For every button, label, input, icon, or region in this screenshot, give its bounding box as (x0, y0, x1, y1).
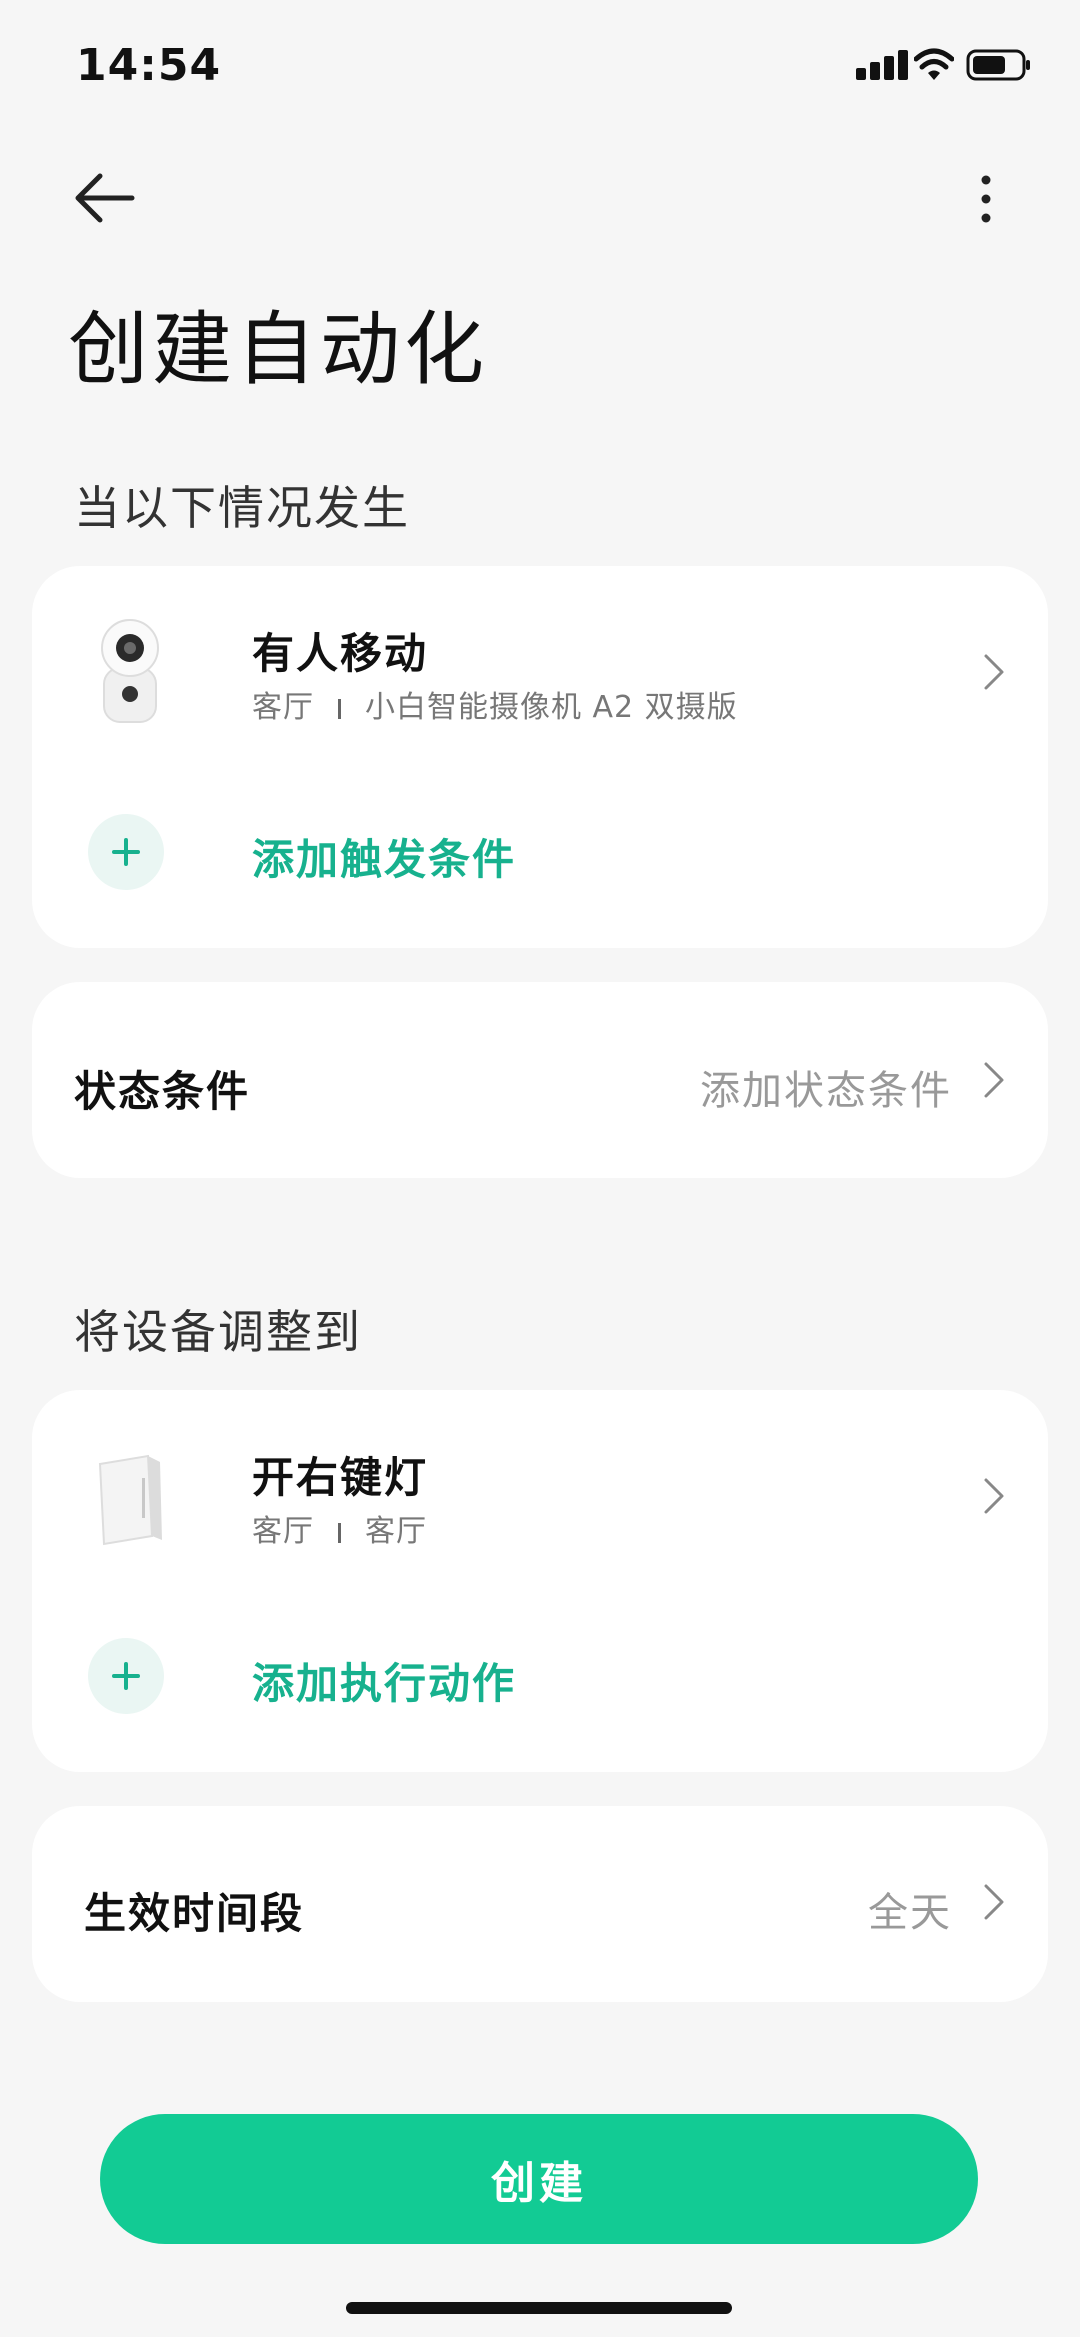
plus-icon (112, 838, 140, 866)
action-section-title: 将设备调整到 (74, 1305, 362, 1359)
time-period-label: 生效时间段 (84, 1889, 305, 1938)
trigger-section-title: 当以下情况发生 (74, 481, 410, 535)
state-condition-label: 状态条件 (74, 1067, 251, 1116)
trigger-device-subtitle: 客厅 小白智能摄像机 A2 双摄版 (252, 682, 738, 726)
time-period-value: 全天 (868, 1890, 952, 1936)
wifi-icon (914, 48, 954, 80)
trigger-device-row[interactable]: 有人移动 客厅 小白智能摄像机 A2 双摄版 (32, 566, 1048, 776)
status-time: 14:54 (76, 40, 222, 91)
create-button[interactable]: 创建 (100, 2114, 978, 2244)
chevron-right-icon (984, 1478, 1004, 1514)
chevron-right-icon (984, 1884, 1004, 1920)
action-device-subtitle: 客厅 客厅 (252, 1506, 427, 1550)
wall-switch-device-icon (98, 1454, 162, 1546)
action-device-title: 开右键灯 (252, 1453, 429, 1502)
trigger-device-title: 有人移动 (252, 629, 429, 678)
separator (338, 698, 341, 719)
plus-icon (112, 1662, 140, 1690)
action-device-location: 客厅 (365, 1514, 427, 1549)
time-period-row[interactable]: 生效时间段 全天 (32, 1806, 1048, 2002)
trigger-card: 有人移动 客厅 小白智能摄像机 A2 双摄版 添加触发条件 (32, 566, 1048, 948)
action-device-room: 客厅 (252, 1514, 314, 1549)
add-circle (88, 814, 164, 890)
trigger-device-room: 客厅 (252, 690, 314, 725)
action-device-row[interactable]: 开右键灯 客厅 客厅 (32, 1390, 1048, 1600)
add-circle (88, 1638, 164, 1714)
more-options-icon[interactable] (968, 174, 1004, 224)
add-trigger-button[interactable]: 添加触发条件 (32, 792, 1048, 922)
add-trigger-label: 添加触发条件 (252, 835, 517, 884)
home-indicator[interactable] (346, 2302, 732, 2314)
state-condition-row[interactable]: 状态条件 添加状态条件 (32, 982, 1048, 1178)
chevron-right-icon (984, 1062, 1004, 1098)
signal-icon (856, 50, 908, 80)
add-action-button[interactable]: 添加执行动作 (32, 1616, 1048, 1746)
separator (338, 1522, 341, 1543)
action-card: 开右键灯 客厅 客厅 添加执行动作 (32, 1390, 1048, 1772)
chevron-right-icon (984, 654, 1004, 690)
back-arrow-icon[interactable] (72, 170, 136, 226)
page-title: 创建自动化 (68, 303, 488, 396)
add-action-label: 添加执行动作 (252, 1659, 517, 1708)
camera-device-icon (101, 619, 159, 723)
state-condition-value: 添加状态条件 (700, 1068, 952, 1114)
trigger-device-name: 小白智能摄像机 A2 双摄版 (365, 690, 738, 725)
battery-icon (966, 49, 1030, 81)
